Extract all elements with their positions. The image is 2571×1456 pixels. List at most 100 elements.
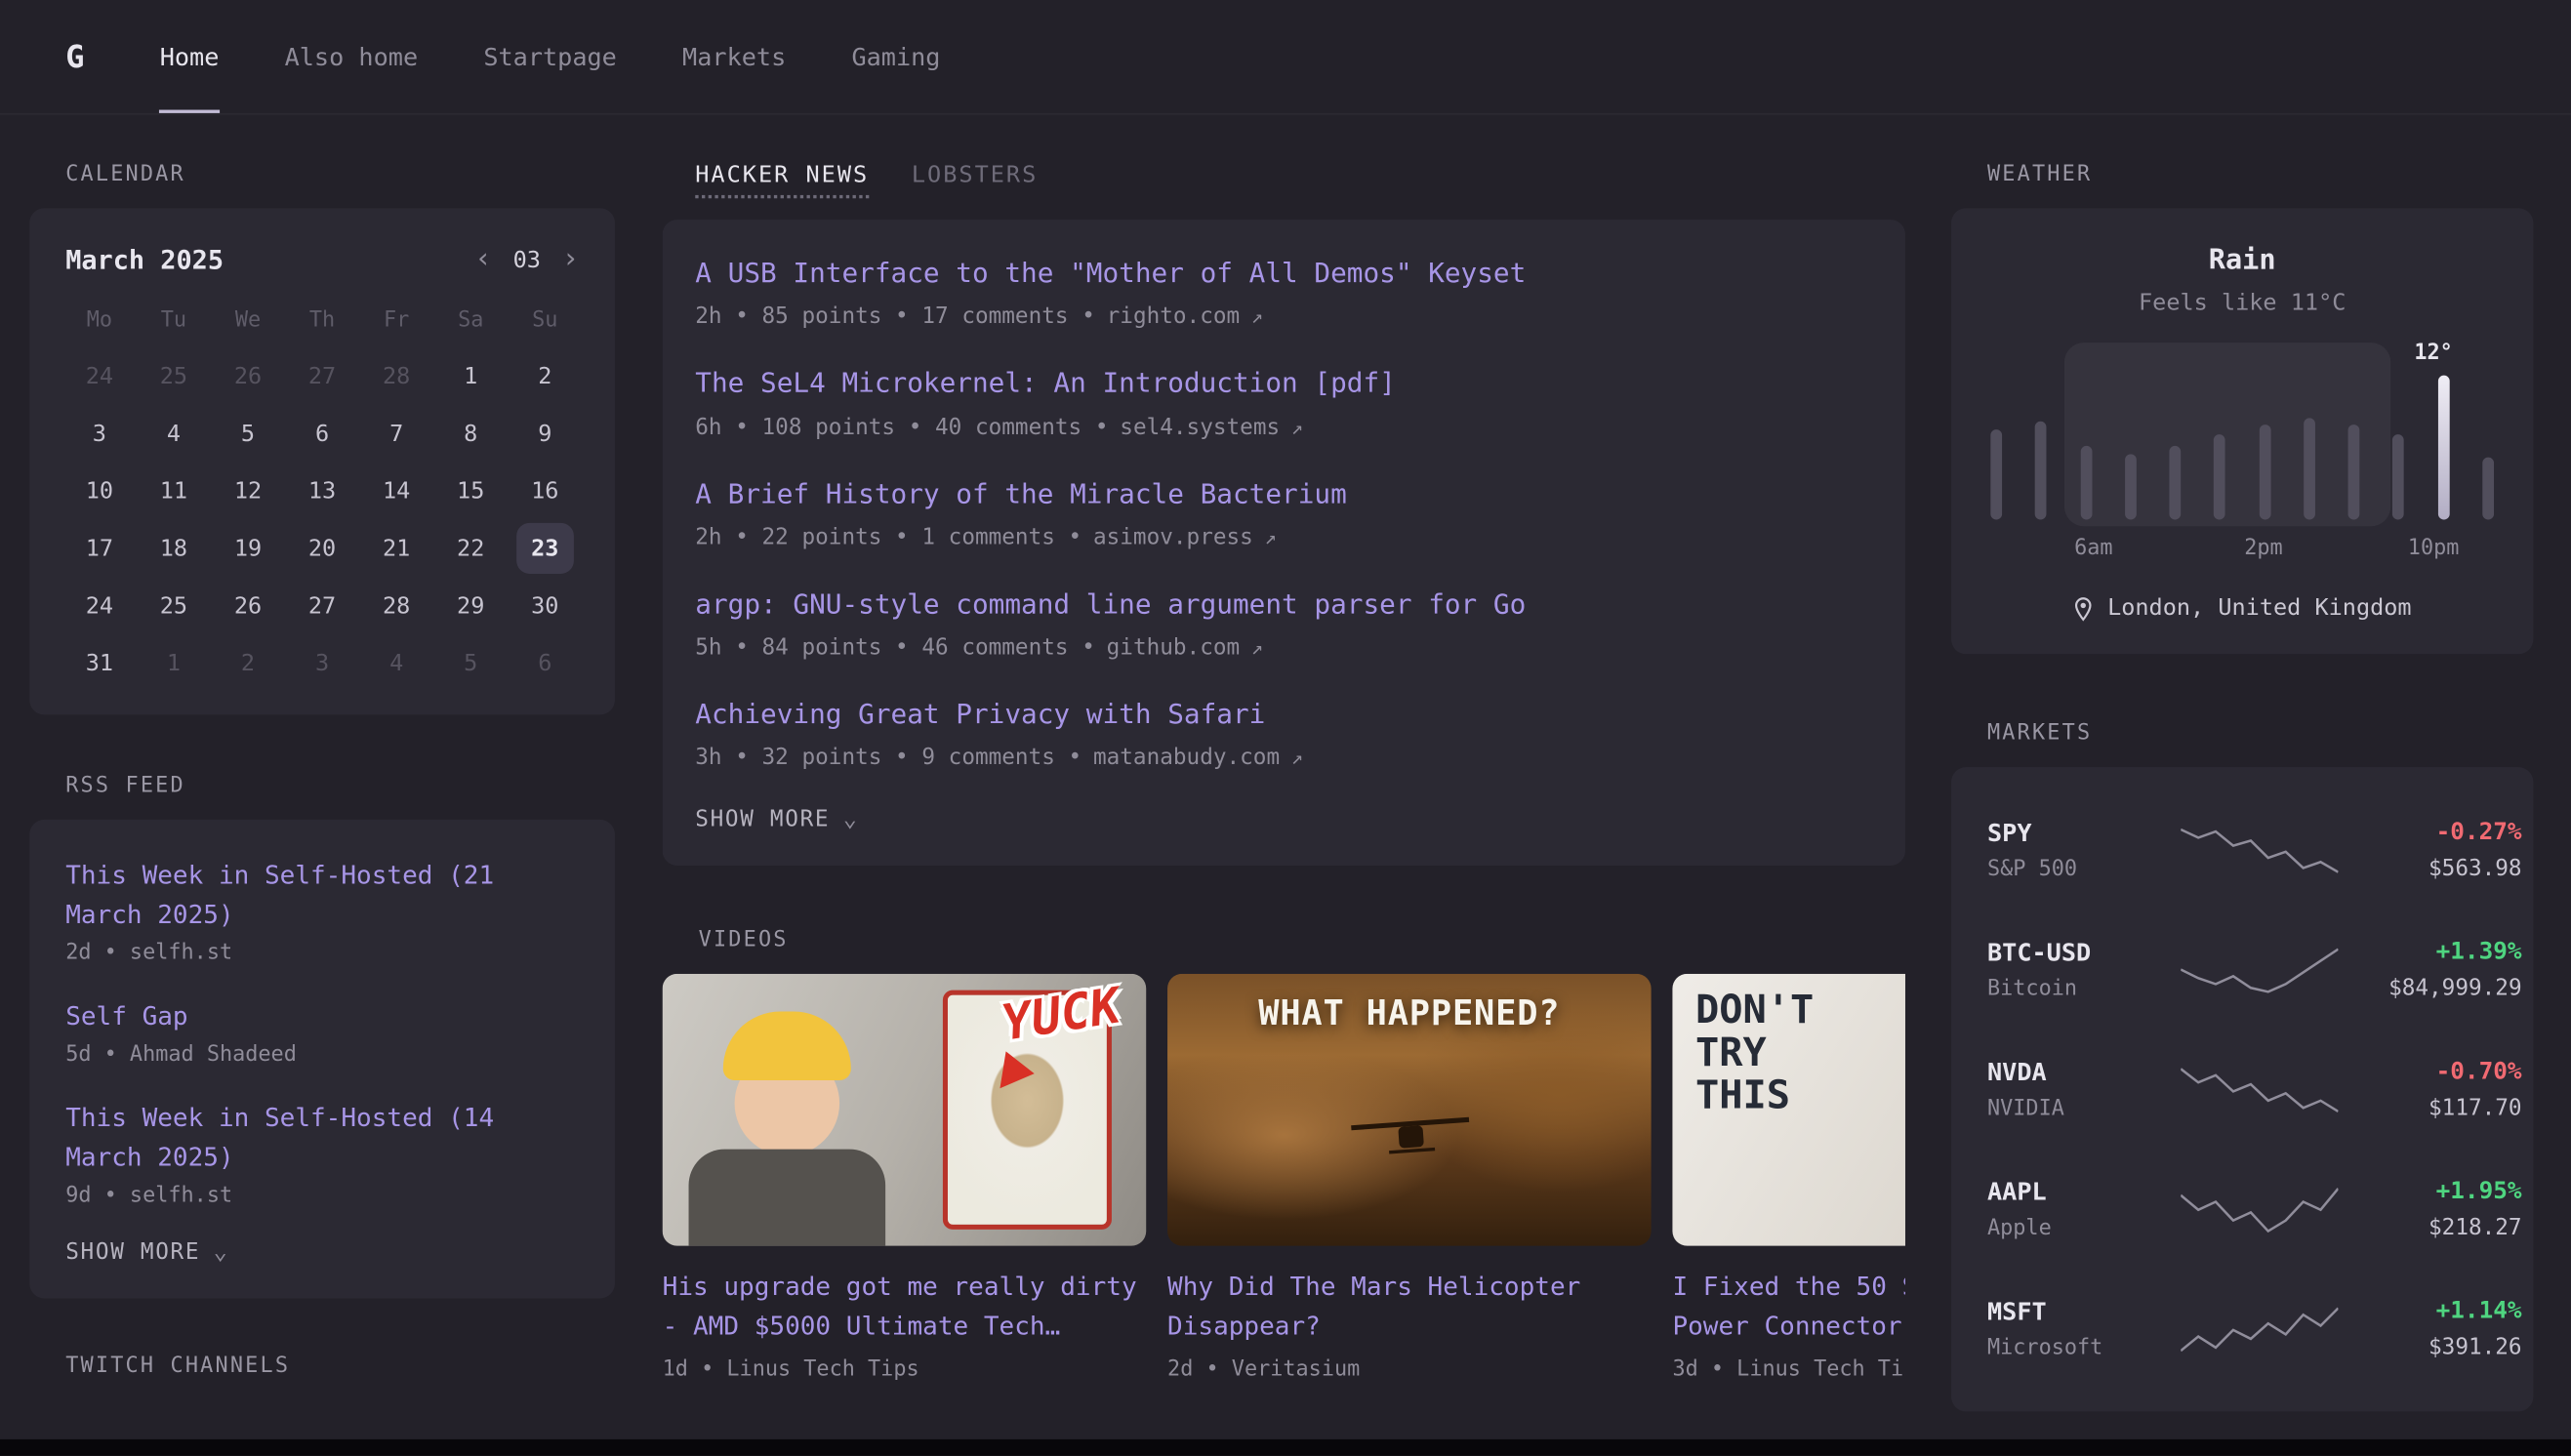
calendar-day[interactable]: 2	[516, 350, 574, 401]
calendar-day[interactable]: 26	[220, 350, 277, 401]
calendar-day[interactable]: 27	[294, 350, 351, 401]
video-title[interactable]: Why Did The Mars Helicopter Disappear?	[1167, 1270, 1652, 1346]
chevron-left-icon[interactable]: ‹	[475, 246, 492, 274]
calendar-day[interactable]: 21	[368, 523, 426, 574]
rss-item-title[interactable]: Self Gap	[65, 996, 579, 1035]
market-row[interactable]: NVDA NVIDIA -0.70% $117.70	[1987, 1030, 2497, 1150]
calendar-day[interactable]: 8	[442, 408, 500, 459]
calendar-day[interactable]: 7	[368, 408, 426, 459]
calendar-day[interactable]: 28	[368, 350, 426, 401]
calendar-day[interactable]: 12	[220, 465, 277, 516]
news-item-title[interactable]: argp: GNU-style command line argument pa…	[695, 586, 1872, 623]
calendar-section-label: CALENDAR	[65, 162, 615, 186]
market-id: SPY S&P 500	[1987, 818, 2181, 882]
video-thumbnail[interactable]: DON'T TRY THIS	[1672, 974, 1905, 1246]
market-price: $218.27	[2338, 1214, 2521, 1240]
rss-item[interactable]: This Week in Self-Hosted (21 March 2025)…	[65, 856, 579, 966]
calendar-day[interactable]: 24	[70, 350, 128, 401]
news-item-title[interactable]: The SeL4 Microkernel: An Introduction [p…	[695, 366, 1872, 402]
video-thumbnail[interactable]: WHAT HAPPENED?	[1167, 974, 1652, 1246]
video-card[interactable]: WHAT HAPPENED? Why Did The Mars Helicopt…	[1167, 974, 1652, 1381]
nav-tab[interactable]: Home	[160, 0, 220, 113]
news-item-title[interactable]: A Brief History of the Miracle Bacterium	[695, 476, 1872, 512]
calendar-day[interactable]: 11	[145, 465, 203, 516]
center-column: HACKER NEWS LOBSTERS A USB Interface to …	[663, 162, 1905, 1411]
calendar-day[interactable]: 25	[145, 581, 203, 631]
news-tab[interactable]: LOBSTERS	[912, 162, 1038, 198]
calendar-day[interactable]: 15	[442, 465, 500, 516]
calendar-day[interactable]: 17	[70, 523, 128, 574]
rss-item[interactable]: This Week in Self-Hosted (14 March 2025)…	[65, 1099, 579, 1209]
calendar-day[interactable]: 31	[70, 637, 128, 688]
calendar-day[interactable]: 19	[220, 523, 277, 574]
calendar-day[interactable]: 3	[294, 637, 351, 688]
market-sparkline-wrap	[2181, 1065, 2338, 1113]
calendar-day[interactable]: 6	[294, 408, 351, 459]
calendar-day[interactable]: 27	[294, 581, 351, 631]
calendar-day[interactable]: 4	[368, 637, 426, 688]
market-row[interactable]: SPY S&P 500 -0.27% $563.98	[1987, 790, 2497, 910]
news-item-source-link[interactable]: github.com	[1107, 634, 1241, 661]
market-row[interactable]: MSFT Microsoft +1.14% $391.26	[1987, 1269, 2497, 1389]
top-nav: G Home Also home Startpage Markets Gamin…	[0, 0, 2571, 115]
calendar-day[interactable]: 13	[294, 465, 351, 516]
market-row[interactable]: AAPL Apple +1.95% $218.27	[1987, 1150, 2497, 1270]
video-title[interactable]: His upgrade got me really dirty - AMD $5…	[663, 1270, 1147, 1346]
calendar-grid: 24 25 26 27 28 1 2 3	[62, 347, 583, 692]
calendar-day[interactable]: 18	[145, 523, 203, 574]
news-show-more-button[interactable]: SHOW MORE ⌄	[695, 807, 1872, 833]
news-item-source-link[interactable]: asimov.press	[1093, 524, 1253, 550]
calendar-day[interactable]: 3	[70, 408, 128, 459]
weather-bar	[1990, 429, 2002, 519]
market-symbol: NVDA	[1987, 1058, 2181, 1087]
weather-temp-label: 12°	[2414, 341, 2452, 365]
video-card[interactable]: DON'T TRY THIS I Fixed the 50 Series Mel…	[1672, 974, 1905, 1381]
market-row[interactable]: BTC-USD Bitcoin +1.39% $84,999.29	[1987, 910, 2497, 1030]
calendar-day[interactable]: 5	[220, 408, 277, 459]
calendar-day[interactable]: 28	[368, 581, 426, 631]
nav-tab[interactable]: Markets	[682, 0, 786, 113]
calendar-day[interactable]: 1	[145, 637, 203, 688]
market-change: -0.70%	[2338, 1058, 2521, 1084]
rss-item-title[interactable]: This Week in Self-Hosted (21 March 2025)	[65, 856, 579, 935]
video-title[interactable]: I Fixed the 50 Series Melting Power Conn…	[1672, 1270, 1905, 1346]
market-sparkline	[2181, 826, 2338, 874]
video-card[interactable]: YUCK His upgrade got me really dirty - A…	[663, 974, 1147, 1381]
calendar-day[interactable]: 25	[145, 350, 203, 401]
news-item-title[interactable]: Achieving Great Privacy with Safari	[695, 697, 1872, 733]
nav-tab[interactable]: Also home	[285, 0, 419, 113]
calendar-day[interactable]: 22	[442, 523, 500, 574]
calendar-day[interactable]: 2	[220, 637, 277, 688]
weather-time-label: 6am	[2074, 536, 2112, 560]
calendar-day[interactable]: 1	[442, 350, 500, 401]
news-item-source-link[interactable]: righto.com	[1107, 303, 1241, 330]
news-item-source-link[interactable]: sel4.systems	[1120, 414, 1280, 440]
news-item-source-link[interactable]: matanabudy.com	[1093, 745, 1280, 771]
calendar-day[interactable]: 24	[70, 581, 128, 631]
calendar-day[interactable]: 29	[442, 581, 500, 631]
nav-tab[interactable]: Gaming	[851, 0, 940, 113]
video-thumbnail[interactable]: YUCK	[663, 974, 1147, 1246]
calendar-day[interactable]: 10	[70, 465, 128, 516]
market-price: $563.98	[2338, 855, 2521, 881]
calendar-day[interactable]: 14	[368, 465, 426, 516]
rss-item-title[interactable]: This Week in Self-Hosted (14 March 2025)	[65, 1099, 579, 1178]
calendar-day[interactable]: 23	[516, 523, 574, 574]
calendar-day[interactable]: 9	[516, 408, 574, 459]
nav-tab[interactable]: Startpage	[483, 0, 617, 113]
calendar-day[interactable]: 5	[442, 637, 500, 688]
news-item-meta: 3h • 32 points • 9 comments • matanabudy…	[695, 745, 1872, 771]
weather-bar	[2214, 434, 2225, 519]
rss-item[interactable]: Self Gap 5d • Ahmad Shadeed	[65, 996, 579, 1067]
calendar-day[interactable]: 16	[516, 465, 574, 516]
news-tab[interactable]: HACKER NEWS	[695, 162, 869, 198]
calendar-day[interactable]: 4	[145, 408, 203, 459]
calendar-day[interactable]: 30	[516, 581, 574, 631]
rss-show-more-button[interactable]: SHOW MORE ⌄	[65, 1239, 579, 1266]
calendar-day[interactable]: 20	[294, 523, 351, 574]
calendar-day[interactable]: 26	[220, 581, 277, 631]
news-item-title[interactable]: A USB Interface to the "Mother of All De…	[695, 256, 1872, 292]
app-logo[interactable]: G	[65, 0, 84, 113]
calendar-day[interactable]: 6	[516, 637, 574, 688]
chevron-right-icon[interactable]: ›	[562, 246, 579, 274]
